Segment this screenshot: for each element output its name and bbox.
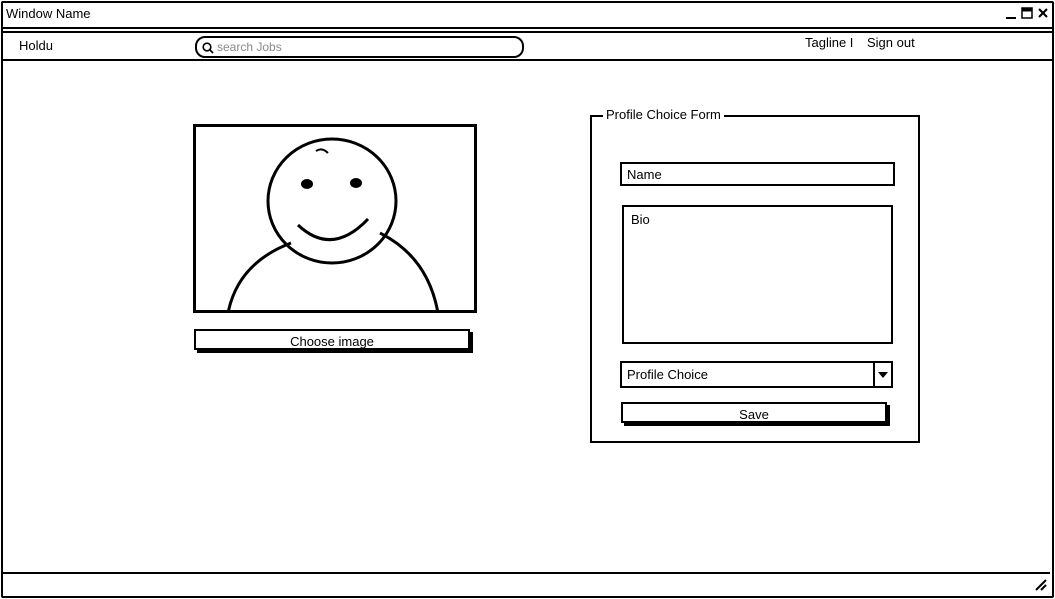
brand-link[interactable]: Holdu [19, 38, 53, 53]
person-icon [227, 137, 439, 310]
sign-out-link[interactable]: Sign out [867, 35, 915, 50]
search-input[interactable] [217, 38, 507, 56]
window-title: Window Name [6, 6, 91, 21]
name-field[interactable] [620, 162, 895, 186]
select-value: Profile Choice [627, 367, 708, 382]
profile-image-placeholder [193, 124, 477, 313]
tagline-link[interactable]: Tagline I [805, 35, 853, 50]
window-controls [1005, 6, 1049, 20]
profile-choice-select[interactable]: Profile Choice [620, 361, 893, 388]
save-button[interactable]: Save [621, 402, 887, 423]
choose-image-button[interactable]: Choose image [194, 329, 470, 350]
form-legend: Profile Choice Form [603, 107, 724, 122]
search-box[interactable] [195, 36, 524, 58]
title-bar: Window Name [3, 3, 1052, 29]
close-icon[interactable] [1037, 6, 1049, 20]
status-bar [1, 572, 1050, 594]
maximize-icon[interactable] [1021, 6, 1033, 20]
search-icon [202, 41, 214, 54]
bio-field[interactable]: Bio [622, 205, 893, 344]
resize-grip-icon[interactable] [1034, 578, 1048, 592]
minimize-icon[interactable] [1005, 6, 1017, 20]
chevron-down-icon[interactable] [873, 363, 891, 386]
